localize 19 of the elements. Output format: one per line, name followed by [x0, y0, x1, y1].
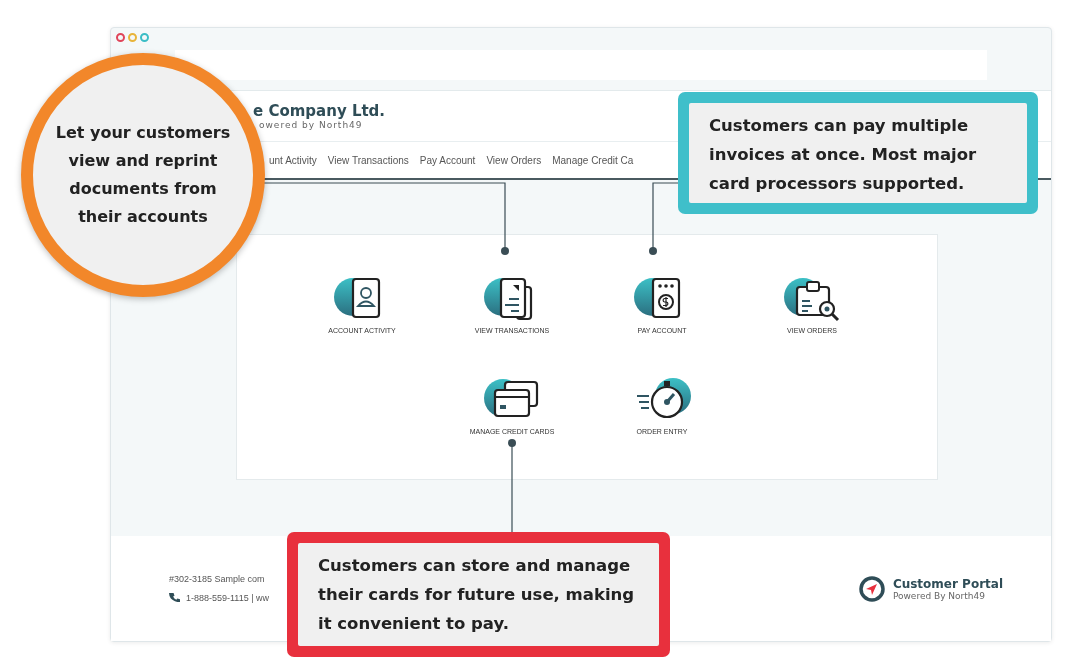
- nav-link[interactable]: Manage Credit Ca: [552, 154, 634, 166]
- window-control-dot[interactable]: [116, 32, 125, 42]
- nav-link[interactable]: View Transactions: [327, 154, 409, 166]
- portal-title: Customer Portal: [892, 576, 1003, 591]
- phone-icon: [169, 592, 180, 603]
- nav-link[interactable]: View Orders: [486, 154, 542, 166]
- footer-contact: 1-888-559-1115 | ww: [186, 592, 270, 603]
- callout-text: Let your customers view and reprint documents from their accounts: [54, 122, 232, 228]
- window-control-dot[interactable]: [140, 32, 149, 42]
- company-name: e Company Ltd.: [253, 102, 386, 120]
- nav-link[interactable]: Pay Account: [419, 154, 476, 166]
- nav-link[interactable]: unt Activity: [269, 154, 317, 166]
- compass-logo-icon: [858, 575, 885, 602]
- window-control-dot[interactable]: [128, 32, 137, 42]
- callout-text: Customers can pay multiple invoices at once. Most major card processors supported.: [689, 103, 1027, 203]
- portal-subtitle: Powered By North49: [892, 590, 986, 601]
- company-tagline: owered by North49: [259, 120, 363, 130]
- footer-address: #302-3185 Sample com: [169, 574, 266, 584]
- callout-text: Customers can store and manage their cards for future use, making it convenient to pay.: [298, 543, 659, 646]
